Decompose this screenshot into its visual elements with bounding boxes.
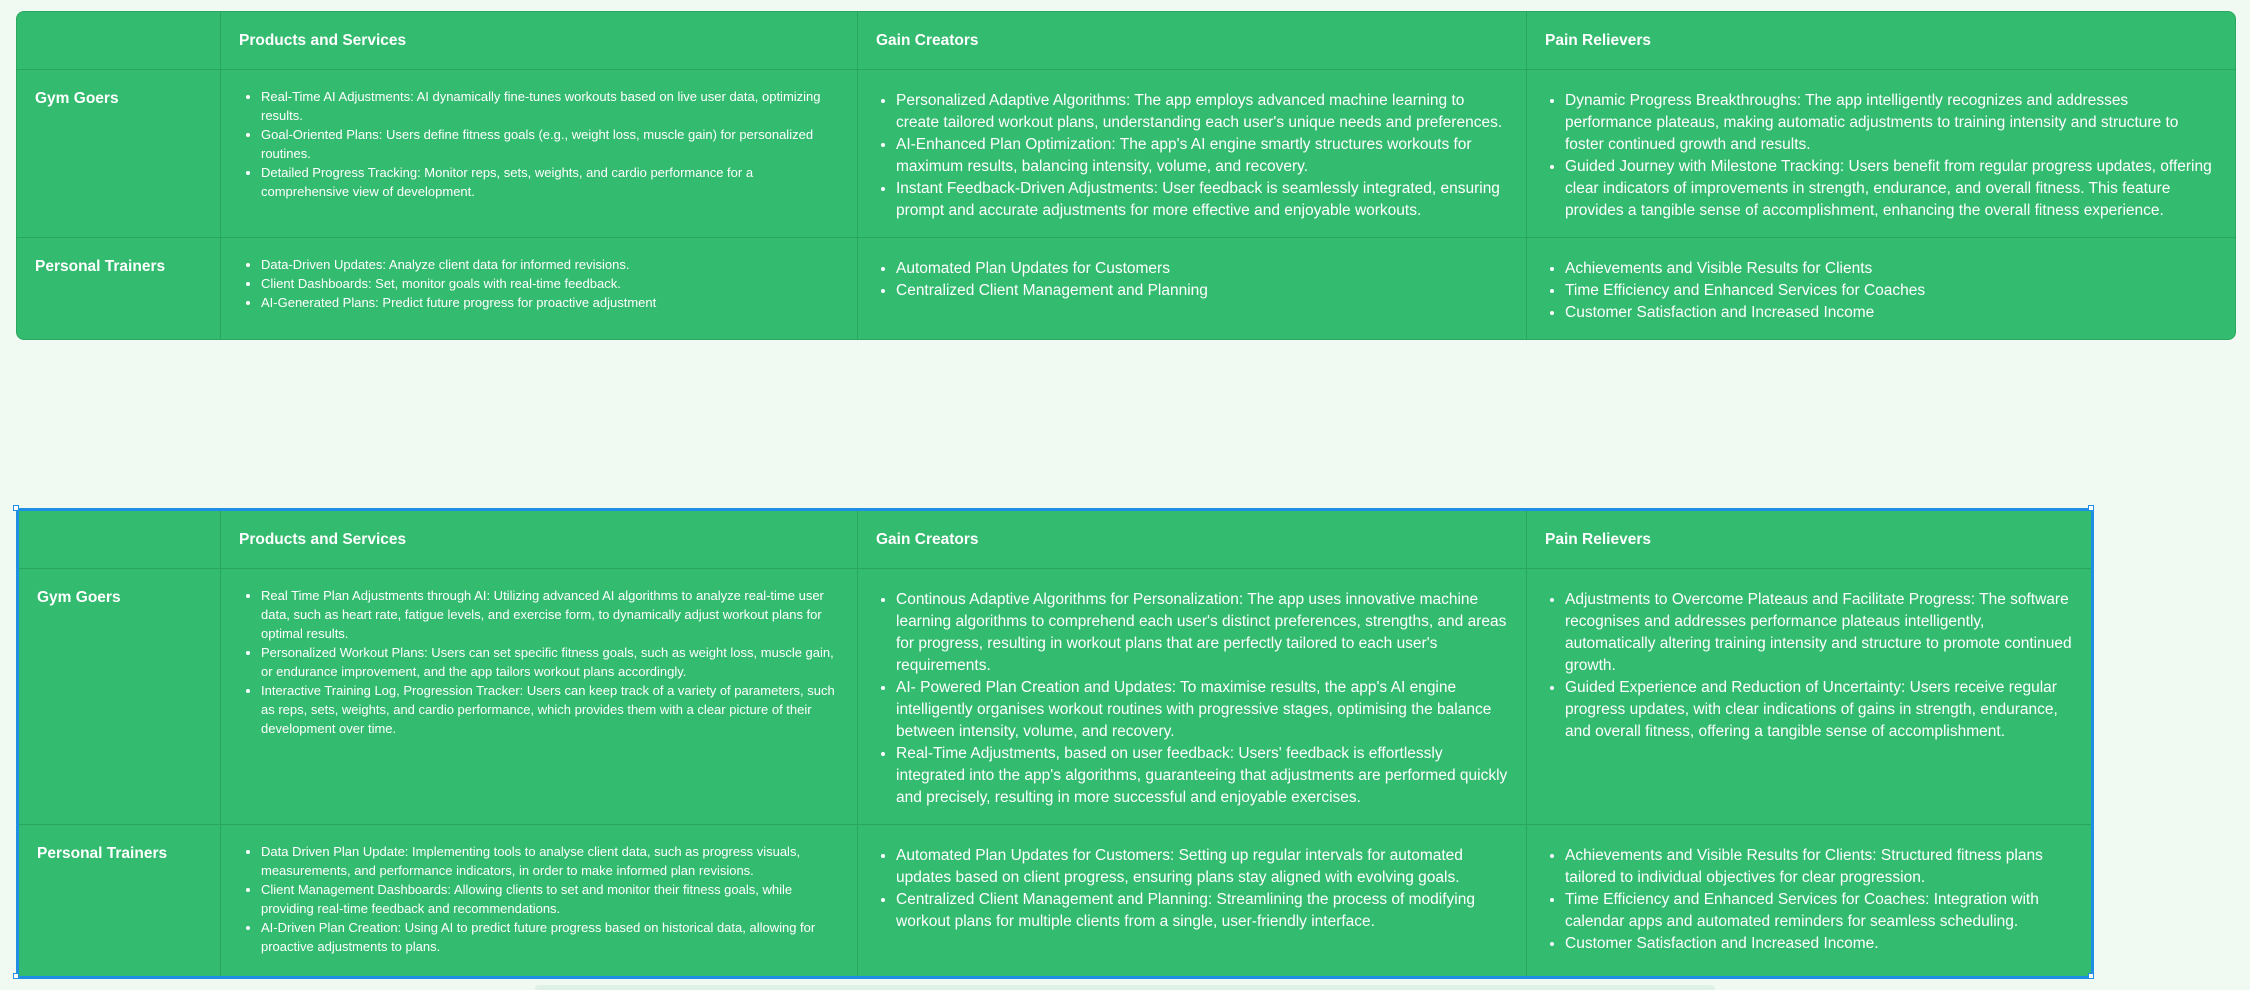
header-products-and-services: Products and Services (221, 511, 858, 569)
header-empty-cell (19, 511, 221, 569)
row-label-personal-trainers: Personal Trainers (19, 825, 221, 976)
list-item: Centralized Client Management and Planni… (896, 280, 1508, 302)
products-list: Data Driven Plan Update: Implementing to… (241, 842, 839, 956)
products-list: Real Time Plan Adjustments through AI: U… (241, 586, 839, 738)
list-item: Automated Plan Updates for Customers (896, 258, 1508, 280)
list-item: Customer Satisfaction and Increased Inco… (1565, 933, 2073, 955)
products-list: Data-Driven Updates: Analyze client data… (241, 255, 839, 312)
list-item: Guided Experience and Reduction of Uncer… (1565, 677, 2073, 743)
cell-gym-goers-pains: Adjustments to Overcome Plateaus and Fac… (1527, 569, 2091, 825)
cell-gym-goers-gains: Personalized Adaptive Algorithms: The ap… (858, 70, 1527, 238)
header-products-and-services: Products and Services (221, 12, 858, 70)
list-item: Customer Satisfaction and Increased Inco… (1565, 302, 2217, 324)
gains-list: Automated Plan Updates for Customers Cen… (876, 258, 1508, 302)
cell-personal-trainers-pains: Achievements and Visible Results for Cli… (1527, 825, 2091, 976)
cell-gym-goers-products: Real Time Plan Adjustments through AI: U… (221, 569, 858, 825)
cell-personal-trainers-products: Data-Driven Updates: Analyze client data… (221, 238, 858, 339)
list-item: Goal-Oriented Plans: Users define fitnes… (261, 125, 839, 163)
list-item: Centralized Client Management and Planni… (896, 889, 1508, 933)
cell-personal-trainers-pains: Achievements and Visible Results for Cli… (1527, 238, 2235, 339)
pains-list: Dynamic Progress Breakthroughs: The app … (1545, 90, 2217, 222)
horizontal-scrollbar[interactable] (535, 985, 1715, 990)
list-item: Personalized Adaptive Algorithms: The ap… (896, 90, 1508, 134)
header-pain-relievers: Pain Relievers (1527, 12, 2235, 70)
row-label-gym-goers: Gym Goers (17, 70, 221, 238)
table-grid: Products and Services Gain Creators Pain… (19, 511, 2091, 976)
list-item: Time Efficiency and Enhanced Services fo… (1565, 280, 2217, 302)
pains-list: Achievements and Visible Results for Cli… (1545, 845, 2073, 955)
header-gain-creators: Gain Creators (858, 12, 1527, 70)
list-item: Personalized Workout Plans: Users can se… (261, 643, 839, 681)
list-item: AI-Driven Plan Creation: Using AI to pre… (261, 918, 839, 956)
pains-list: Achievements and Visible Results for Cli… (1545, 258, 2217, 324)
pains-list: Adjustments to Overcome Plateaus and Fac… (1545, 589, 2073, 743)
cell-gym-goers-products: Real-Time AI Adjustments: AI dynamically… (221, 70, 858, 238)
list-item: Dynamic Progress Breakthroughs: The app … (1565, 90, 2217, 156)
list-item: Automated Plan Updates for Customers: Se… (896, 845, 1508, 889)
cell-personal-trainers-gains: Automated Plan Updates for Customers: Se… (858, 825, 1527, 976)
products-list: Real-Time AI Adjustments: AI dynamically… (241, 87, 839, 201)
header-empty-cell (17, 12, 221, 70)
value-map-table-summary[interactable]: Products and Services Gain Creators Pain… (16, 11, 2236, 340)
header-gain-creators: Gain Creators (858, 511, 1527, 569)
table-grid: Products and Services Gain Creators Pain… (17, 12, 2235, 339)
list-item: Detailed Progress Tracking: Monitor reps… (261, 163, 839, 201)
list-item: Instant Feedback-Driven Adjustments: Use… (896, 178, 1508, 222)
list-item: Interactive Training Log, Progression Tr… (261, 681, 839, 738)
list-item: Continous Adaptive Algorithms for Person… (896, 589, 1508, 677)
list-item: AI-Enhanced Plan Optimization: The app's… (896, 134, 1508, 178)
row-label-personal-trainers: Personal Trainers (17, 238, 221, 339)
cell-personal-trainers-products: Data Driven Plan Update: Implementing to… (221, 825, 858, 976)
list-item: AI- Powered Plan Creation and Updates: T… (896, 677, 1508, 743)
resize-handle-top-left[interactable] (13, 505, 19, 511)
cell-gym-goers-gains: Continous Adaptive Algorithms for Person… (858, 569, 1527, 825)
gains-list: Personalized Adaptive Algorithms: The ap… (876, 90, 1508, 222)
gains-list: Automated Plan Updates for Customers: Se… (876, 845, 1508, 933)
value-map-table-detailed[interactable]: Products and Services Gain Creators Pain… (16, 508, 2094, 979)
list-item: Time Efficiency and Enhanced Services fo… (1565, 889, 2073, 933)
cell-gym-goers-pains: Dynamic Progress Breakthroughs: The app … (1527, 70, 2235, 238)
list-item: Client Management Dashboards: Allowing c… (261, 880, 839, 918)
list-item: Real Time Plan Adjustments through AI: U… (261, 586, 839, 643)
list-item: Data-Driven Updates: Analyze client data… (261, 255, 839, 274)
list-item: Client Dashboards: Set, monitor goals wi… (261, 274, 839, 293)
cell-personal-trainers-gains: Automated Plan Updates for Customers Cen… (858, 238, 1527, 339)
list-item: AI-Generated Plans: Predict future progr… (261, 293, 839, 312)
resize-handle-bottom-left[interactable] (13, 973, 19, 979)
list-item: Adjustments to Overcome Plateaus and Fac… (1565, 589, 2073, 677)
resize-handle-top-right[interactable] (2088, 505, 2094, 511)
resize-handle-bottom-right[interactable] (2088, 973, 2094, 979)
gains-list: Continous Adaptive Algorithms for Person… (876, 589, 1508, 809)
list-item: Real-Time AI Adjustments: AI dynamically… (261, 87, 839, 125)
canvas: Products and Services Gain Creators Pain… (0, 0, 2250, 990)
list-item: Achievements and Visible Results for Cli… (1565, 845, 2073, 889)
list-item: Achievements and Visible Results for Cli… (1565, 258, 2217, 280)
row-label-gym-goers: Gym Goers (19, 569, 221, 825)
list-item: Real-Time Adjustments, based on user fee… (896, 743, 1508, 809)
list-item: Guided Journey with Milestone Tracking: … (1565, 156, 2217, 222)
header-pain-relievers: Pain Relievers (1527, 511, 2091, 569)
list-item: Data Driven Plan Update: Implementing to… (261, 842, 839, 880)
